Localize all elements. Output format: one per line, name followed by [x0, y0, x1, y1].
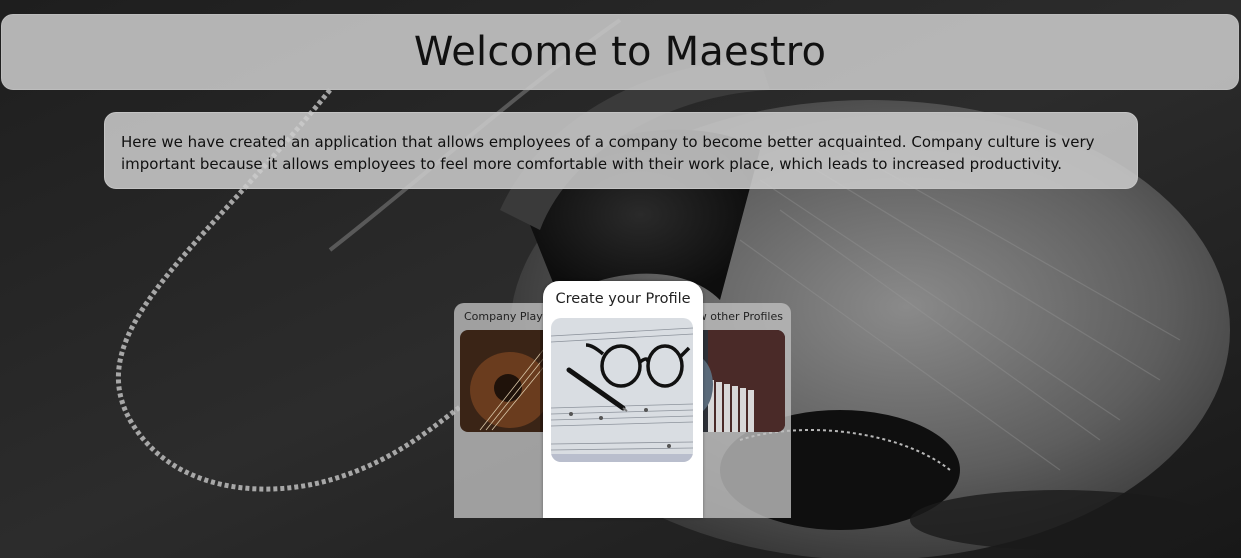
- page-title: Welcome to Maestro: [413, 29, 827, 75]
- intro-panel: Here we have created an application that…: [104, 112, 1138, 189]
- create-profile-title: Create your Profile: [555, 291, 691, 307]
- create-profile-card[interactable]: Create your Profile: [543, 281, 703, 518]
- glasses-sheet-music-image: [551, 318, 693, 462]
- intro-text: Here we have created an application that…: [121, 133, 1095, 173]
- page-header: Welcome to Maestro: [1, 14, 1239, 90]
